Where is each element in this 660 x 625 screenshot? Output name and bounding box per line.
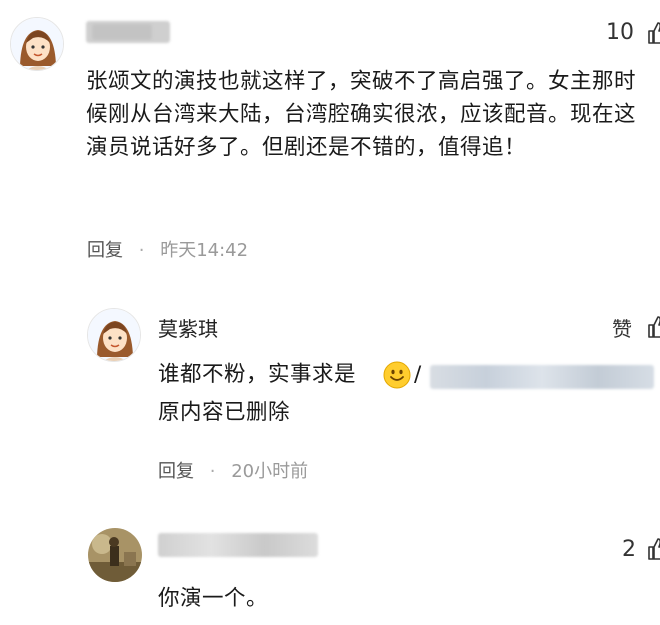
reply-button[interactable]: 回复 bbox=[87, 240, 123, 261]
like-button[interactable]: 赞 bbox=[612, 313, 632, 342]
like-count-value: 2 bbox=[622, 537, 636, 562]
slash-text: / bbox=[414, 362, 422, 387]
deleted-notice: 原内容已删除 bbox=[158, 396, 290, 429]
comment-text-content: 张颂文的演技也就这样了，突破不了高启强了。女主那时候刚从台湾来大陆，台湾腔确实很… bbox=[86, 69, 637, 160]
like-count-value: 10 bbox=[606, 20, 634, 45]
smile-emoji-icon bbox=[383, 361, 411, 389]
reply-text-prefix: 谁都不粉，实事求是 bbox=[158, 362, 357, 387]
like-count: 10 bbox=[606, 20, 634, 45]
like-button[interactable] bbox=[646, 536, 660, 564]
reply-text: 谁都不粉，实事求是 bbox=[158, 358, 356, 391]
author-name: 莫紫琪 bbox=[158, 317, 218, 341]
separator-dot: · bbox=[138, 240, 145, 261]
reply-author[interactable]: 莫紫琪 bbox=[158, 313, 218, 342]
thumbs-up-icon bbox=[648, 22, 660, 44]
thumbs-up-icon bbox=[648, 538, 660, 560]
deleted-notice-text: 原内容已删除 bbox=[158, 400, 291, 425]
like-icon-button[interactable] bbox=[646, 314, 660, 342]
quote-slash: / bbox=[414, 358, 422, 391]
timestamp: 昨天14:42 bbox=[160, 240, 249, 261]
like-label: 赞 bbox=[612, 317, 632, 341]
like-button[interactable] bbox=[646, 20, 660, 48]
reply-button[interactable]: 回复 bbox=[158, 461, 194, 482]
comment-text: 张颂文的演技也就这样了，突破不了高启强了。女主那时候刚从台湾来大陆，台湾腔确实很… bbox=[86, 65, 646, 164]
avatar[interactable] bbox=[88, 528, 142, 582]
reply-text: 你演一个。 bbox=[158, 582, 268, 615]
avatar[interactable] bbox=[10, 17, 64, 71]
like-count: 2 bbox=[622, 537, 636, 562]
timestamp: 20小时前 bbox=[231, 461, 309, 482]
reply-text-content: 你演一个。 bbox=[158, 586, 269, 611]
username-blurred-tail bbox=[92, 24, 152, 40]
avatar-photo-icon bbox=[88, 528, 142, 582]
comment-meta: 回复 · 昨天14:42 bbox=[87, 236, 248, 262]
reply-meta: 回复 · 20小时前 bbox=[158, 457, 308, 483]
avatar-girl-icon bbox=[88, 309, 140, 361]
separator-dot: · bbox=[209, 461, 216, 482]
username-blurred bbox=[158, 533, 318, 557]
quoted-user-blurred bbox=[430, 365, 654, 389]
avatar-girl-icon bbox=[11, 18, 63, 70]
avatar[interactable] bbox=[87, 308, 141, 362]
thumbs-up-icon bbox=[648, 316, 660, 338]
